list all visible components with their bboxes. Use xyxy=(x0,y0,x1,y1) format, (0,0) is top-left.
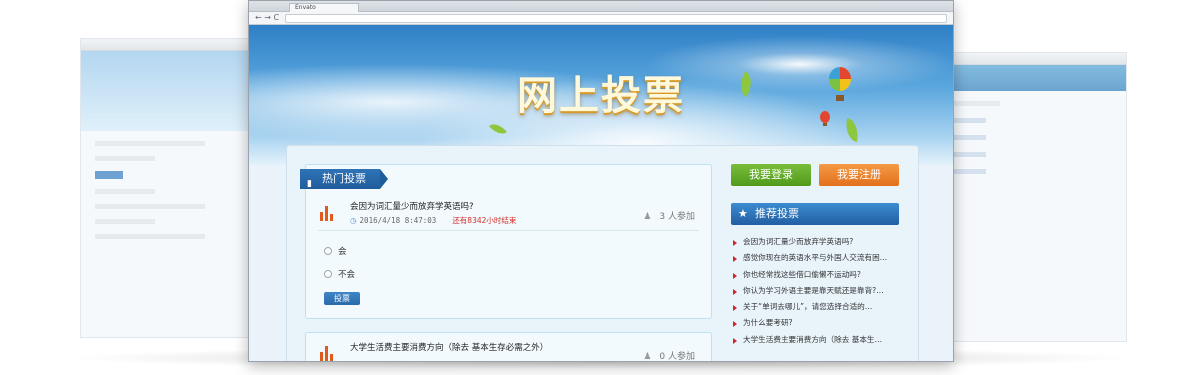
poll-icon xyxy=(320,205,334,221)
participants-text: 0 人参加 xyxy=(659,352,695,362)
person-icon: ♟ xyxy=(643,212,652,222)
vote-question[interactable]: 大学生活费主要消费方向（除去 基本生存必需之外） xyxy=(350,341,548,353)
vote-option[interactable]: 不会 xyxy=(324,268,355,280)
recommended-item[interactable]: 关于“单词去哪儿”，请您选择合适的… xyxy=(733,299,899,315)
browser-tab[interactable]: Envato xyxy=(289,3,359,12)
participant-count: ♟ 3 人参加 xyxy=(643,209,695,222)
participant-count: ♟ 0 人参加 xyxy=(643,349,695,362)
login-button[interactable]: 我要登录 xyxy=(731,164,811,186)
vote-question[interactable]: 会因为词汇量少而放弃学英语吗? xyxy=(350,200,474,212)
recommended-item[interactable]: 为什么要考研? xyxy=(733,315,899,331)
time-remaining: 还有8342小时结束 xyxy=(452,216,517,225)
vote-date: 2016/4/18 8:47:03 xyxy=(359,216,437,225)
bar-chart-icon: ▮ xyxy=(307,179,312,189)
radio-button[interactable] xyxy=(324,247,332,255)
radio-button[interactable] xyxy=(324,270,332,278)
participants-text: 3 人参加 xyxy=(659,212,695,222)
recommended-item[interactable]: 会因为词汇量少而放弃学英语吗? xyxy=(733,234,899,250)
recommended-item[interactable]: 你也经常找这些借口偷懒不运动吗? xyxy=(733,267,899,283)
vote-meta: ◷ 2016/4/18 8:47:03 还有8342小时结束 xyxy=(350,215,516,226)
recommended-title: 推荐投票 xyxy=(755,207,799,220)
browser-window: Envato ← → C 网上投票 ▮ 热门投票 会因为词汇量少而放弃学英语吗?… xyxy=(248,0,954,362)
nav-controls[interactable]: ← → C xyxy=(255,13,279,23)
divider xyxy=(318,230,699,231)
register-button[interactable]: 我要注册 xyxy=(819,164,899,186)
main-content-panel: ▮ 热门投票 会因为词汇量少而放弃学英语吗? ◷ 2016/4/18 8:47:0… xyxy=(286,145,919,362)
poll-icon xyxy=(320,345,334,361)
leaf-icon xyxy=(734,70,758,98)
person-icon: ♟ xyxy=(643,352,652,362)
recommended-item[interactable]: 感觉你现在的英语水平与外国人交流有困… xyxy=(733,250,899,266)
recommended-item[interactable]: 大学生活费主要消费方向（除去 基本生… xyxy=(733,332,899,348)
option-label: 不会 xyxy=(338,270,356,280)
hero-banner: 网上投票 xyxy=(249,25,953,165)
option-label: 会 xyxy=(338,247,347,257)
clock-icon: ◷ xyxy=(350,216,357,225)
tab-bar: Envato xyxy=(249,1,953,12)
hot-votes-ribbon: ▮ 热门投票 xyxy=(300,169,388,189)
recommended-list: 会因为词汇量少而放弃学英语吗? 感觉你现在的英语水平与外国人交流有困… 你也经常… xyxy=(733,234,899,348)
vote-button[interactable]: 投票 xyxy=(324,292,360,305)
url-input[interactable] xyxy=(285,14,947,23)
page-title: 网上投票 xyxy=(517,73,685,119)
vote-card: 大学生活费主要消费方向（除去 基本生存必需之外） ♟ 0 人参加 xyxy=(305,332,712,362)
vote-option[interactable]: 会 xyxy=(324,245,347,257)
ribbon-label: 热门投票 xyxy=(322,172,366,185)
leaf-icon xyxy=(489,119,507,139)
hot-air-balloon-icon xyxy=(829,67,851,101)
small-balloon-icon xyxy=(820,111,830,126)
recommended-item[interactable]: 你认为学习外语主要是靠天赋还是靠背?… xyxy=(733,283,899,299)
address-bar: ← → C xyxy=(249,12,953,25)
vote-card: ▮ 热门投票 会因为词汇量少而放弃学英语吗? ◷ 2016/4/18 8:47:0… xyxy=(300,164,712,319)
recommended-votes-header: ★ 推荐投票 xyxy=(731,203,899,225)
star-icon: ★ xyxy=(738,207,748,220)
leaf-icon xyxy=(843,117,861,143)
